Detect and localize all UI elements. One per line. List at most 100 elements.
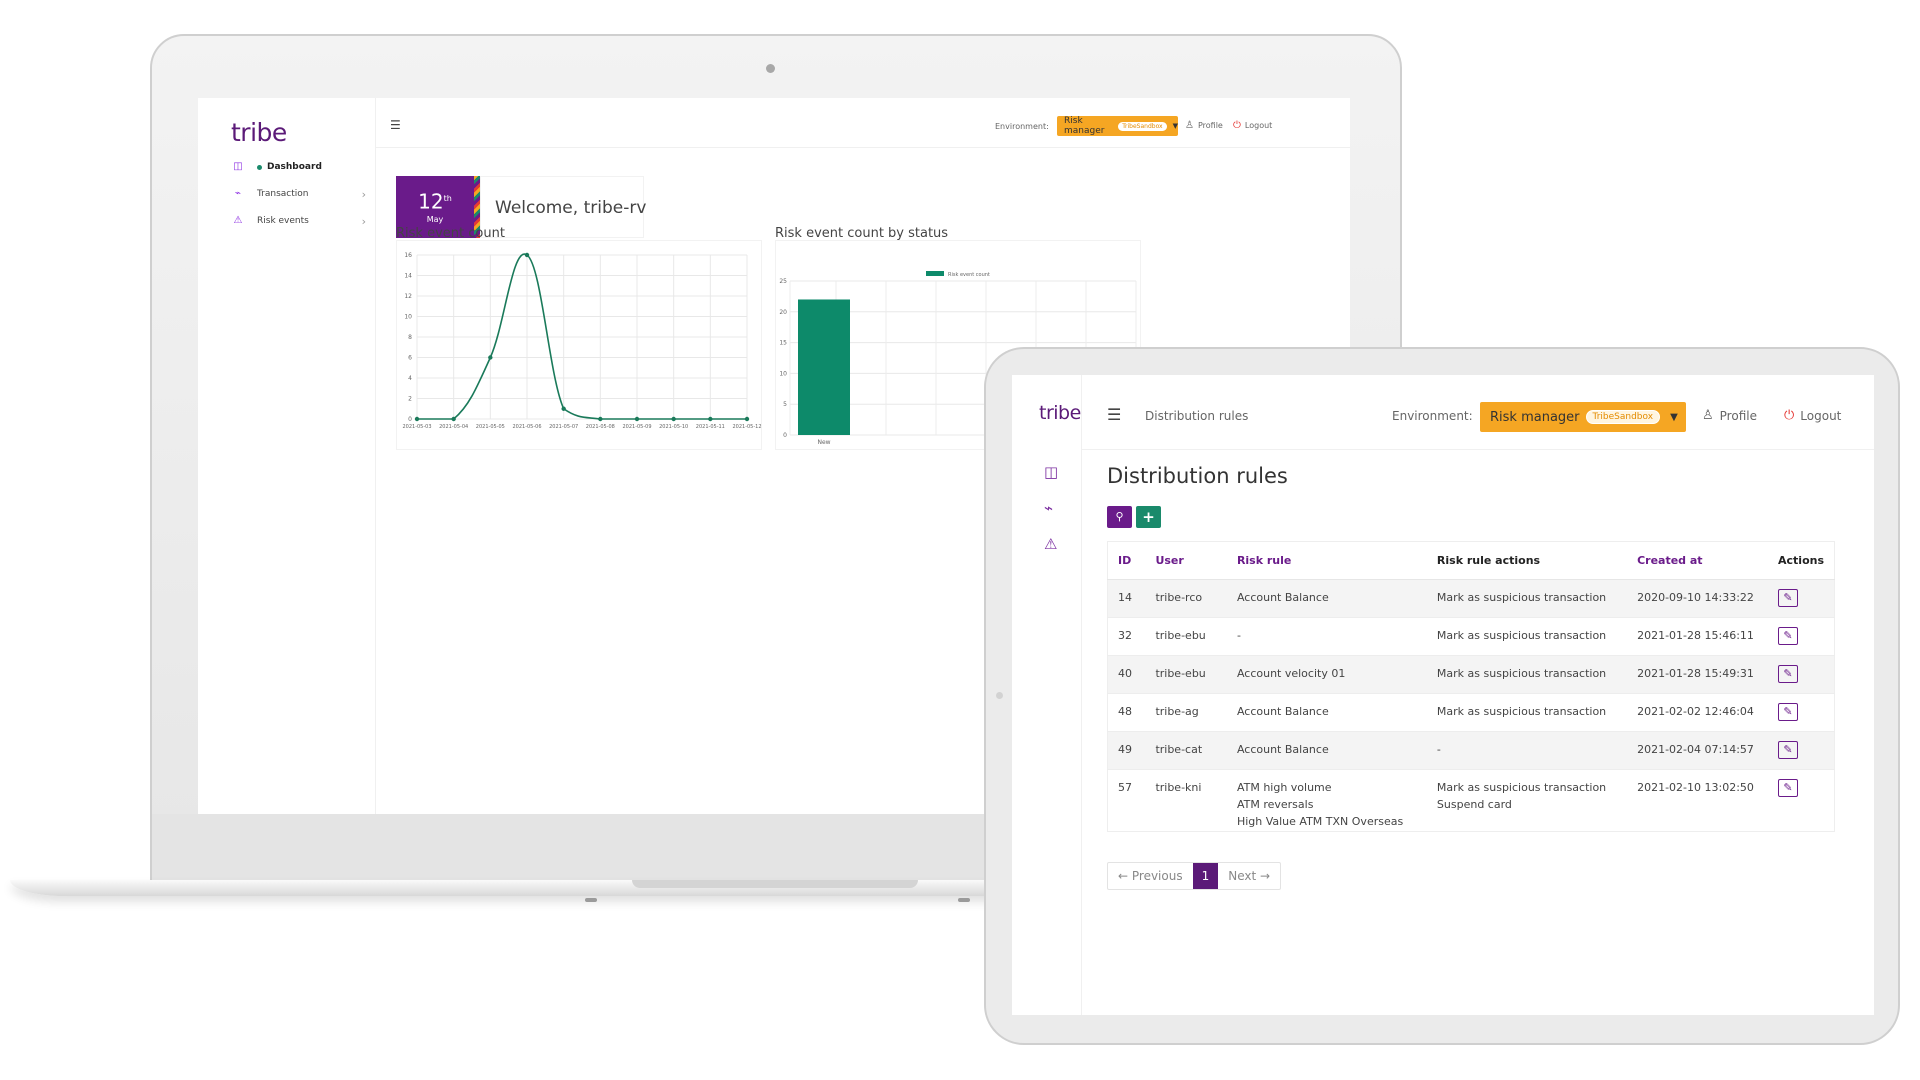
column-header-user[interactable]: User [1145,541,1227,580]
sidebar-item-risk-events[interactable]: ⚠ Risk events › [231,212,366,230]
search-button[interactable]: ⚲ [1107,506,1132,528]
activity-icon[interactable]: ⌁ [1044,499,1053,517]
sidebar-item-transaction[interactable]: ⌁ Transaction › [231,185,366,203]
logout-label: Logout [1244,121,1273,130]
edit-rule-button[interactable]: ✎ [1778,627,1798,645]
risk-rule-action: - [1436,743,1441,756]
cell-risk-rule: Account Balance [1226,579,1427,618]
chevron-right-icon: › [361,214,366,228]
profile-label: Profile [1719,408,1757,423]
device-mockup-scene: tribe ◫ Dashboard ⌁ Transaction › ⚠ Risk… [0,0,1920,1080]
bar [798,299,850,435]
add-rule-button[interactable]: + [1136,506,1161,528]
welcome-text: Welcome, tribe-rv [495,198,647,218]
y-tick-label: 20 [779,309,787,316]
hamburger-menu-icon[interactable]: ☰ [1107,405,1121,424]
cell-risk-rule-actions: Mark as suspicious transaction Suspend ca… [1426,769,1628,832]
data-point [451,416,456,422]
risk-count-chart: 0 2 4 6 8 10 12 14 16 2021-05-03 2021-05-04 2021-05… [396,240,762,450]
y-tick-label: 16 [404,252,412,259]
cell-created-at: 2021-01-28 15:49:31 [1627,655,1768,694]
laptop-foot [585,898,597,902]
active-dot [257,164,262,170]
data-point [634,416,640,422]
edit-rule-button[interactable]: ✎ [1778,741,1798,759]
edit-rule-button[interactable]: ✎ [1778,665,1798,683]
cell-user: tribe-ebu [1145,655,1227,694]
data-point [561,406,566,411]
cell-user: tribe-ebu [1145,617,1227,656]
edit-rule-button[interactable]: ✎ [1778,589,1798,607]
x-tick-label: 2021-05-11 [696,424,725,430]
logout-link[interactable]: ⏻ Logout [1784,408,1841,423]
environment-badge: TribeSandbox [1585,410,1661,424]
edit-rule-button[interactable]: ✎ [1778,779,1798,797]
column-header-id[interactable]: ID [1107,541,1146,580]
dashboard-icon[interactable]: ◫ [1044,463,1058,481]
risk-rule-name: Account velocity 01 [1236,667,1346,680]
pencil-icon: ✎ [1783,667,1793,680]
column-header-risk-rule[interactable]: Risk rule [1226,541,1427,580]
risk-rule-name: - [1236,629,1241,642]
y-tick-label: 0 [408,416,412,423]
cell-actions: ✎ [1768,617,1835,656]
risk-rule-action: Suspend card [1436,798,1512,811]
warning-icon[interactable]: ⚠ [1044,535,1057,553]
logout-link[interactable]: ⏻ Logout [1233,120,1272,131]
cell-created-at: 2021-02-10 13:02:50 [1627,769,1768,832]
date-day-number: 12 [418,189,444,214]
previous-page-button[interactable]: ← Previous [1108,863,1193,889]
cell-actions: ✎ [1768,655,1835,694]
hamburger-menu-icon[interactable]: ☰ [390,118,401,132]
next-page-button[interactable]: Next → [1218,863,1280,889]
environment-dropdown[interactable]: Risk manager TribeSandbox ▼ [1480,402,1686,432]
edit-rule-button[interactable]: ✎ [1778,703,1798,721]
cell-risk-rule: Account velocity 01 [1226,655,1427,694]
cell-id: 48 [1107,693,1146,732]
environment-label: Environment: [995,122,1049,131]
sidebar-item-label: Risk events [257,216,309,226]
cell-id: 49 [1107,731,1146,770]
x-tick-label: 2021-05-08 [586,424,615,430]
current-page-button[interactable]: 1 [1192,863,1219,889]
risk-rule-name: ATM reversals [1236,798,1314,811]
y-tick-label: 5 [783,401,787,408]
x-tick-label: 2021-05-04 [439,424,468,430]
data-point [524,252,530,258]
environment-dropdown[interactable]: Risk manager TribeSandbox ▼ [1057,116,1178,136]
tablet-header-divider [1082,449,1874,450]
cell-risk-rule: Account Balance [1226,731,1427,770]
sidebar-item-dashboard[interactable]: ◫ Dashboard [231,158,366,176]
cell-user: tribe-ag [1145,693,1227,732]
cell-actions: ✎ [1768,731,1835,770]
pencil-icon: ✎ [1783,705,1793,718]
x-tick-label: 2021-05-03 [402,424,431,430]
laptop-logo[interactable]: tribe [231,118,287,147]
column-header-actions: Actions [1768,541,1835,580]
table-body: 14 tribe-rco Account Balance Mark as suspic… [1107,579,1835,832]
tablet-logo[interactable]: tribe [1039,402,1081,424]
table-row: 49 tribe-cat Account Balance - 2021-02-04 07… [1107,731,1835,770]
y-tick-label: 10 [404,314,412,321]
risk-status-title: Risk event count by status [775,226,949,241]
x-tick-label: 2021-05-12 [732,424,761,430]
cell-risk-rule-actions: Mark as suspicious transaction [1426,579,1628,618]
laptop-camera [766,64,775,73]
environment-value: Risk manager [1490,409,1580,425]
data-point [414,416,420,422]
cell-user: tribe-cat [1145,731,1227,770]
y-tick-label: 4 [408,375,412,382]
cell-user: tribe-kni [1145,769,1227,832]
risk-rule-name: ATM high volume [1236,781,1332,794]
column-header-created-at[interactable]: Created at [1627,541,1768,580]
laptop-foot [958,898,970,902]
x-tick-label: New [817,439,830,446]
profile-link[interactable]: ♙ Profile [1702,408,1757,423]
page-title: Distribution rules [1107,464,1288,488]
user-icon: ♙ [1702,408,1714,423]
data-point [598,416,603,422]
power-icon: ⏻ [1233,120,1241,131]
data-point [708,416,713,422]
cell-id: 57 [1107,769,1146,832]
profile-link[interactable]: ♙ Profile [1185,120,1223,131]
